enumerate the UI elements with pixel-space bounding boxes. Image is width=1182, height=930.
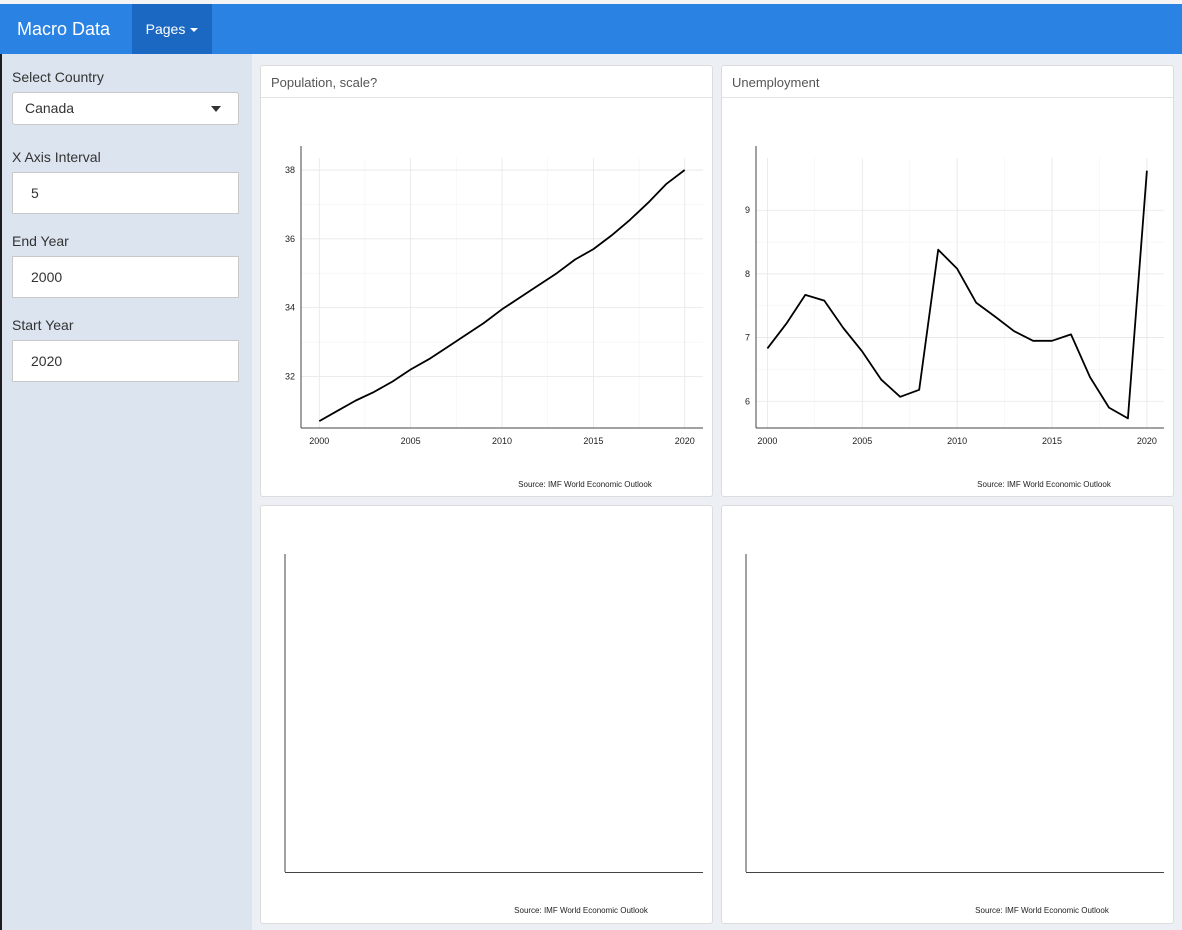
unemployment-x-tick-label: 2000 [757, 436, 777, 446]
population-y-tick-label: 36 [285, 234, 295, 244]
end-year-input[interactable]: 2000 [12, 256, 239, 298]
pages-label: Pages [145, 21, 186, 37]
unemployment-x-tick-label: 2020 [1137, 436, 1157, 446]
empty-chart-1-source-note: Source: IMF World Economic Outlook [514, 906, 649, 915]
empty-chart-panel-2: Source: IMF World Economic Outlook [721, 505, 1174, 924]
sidebar-edge [0, 54, 2, 930]
unemployment-x-tick-label: 2005 [852, 436, 872, 446]
unemployment-y-tick-label: 8 [745, 269, 750, 279]
population-x-tick-label: 2010 [492, 436, 512, 446]
unemployment-chart: Source: IMF World Economic Outlook 2000 2… [745, 146, 1164, 489]
population-x-tick-label: 2005 [401, 436, 421, 446]
population-panel: Population, scale? Source: IMF World Eco… [260, 65, 713, 497]
population-chart: Source: IMF World Economic Outlook 2000 2… [285, 146, 703, 489]
app-brand[interactable]: Macro Data [0, 4, 127, 54]
sidebar: Select Country Canada X Axis Interval 5 … [0, 54, 252, 930]
navbar: Macro Data Pages [0, 4, 1182, 54]
country-select[interactable]: Canada [12, 92, 239, 125]
population-y-tick-label: 38 [285, 165, 295, 175]
population-y-tick-label: 32 [285, 371, 295, 381]
population-x-tick-label: 2020 [675, 436, 695, 446]
end-year-label: End Year [12, 233, 69, 249]
population-x-tick-label: 2000 [309, 436, 329, 446]
interval-input[interactable]: 5 [12, 172, 239, 214]
country-value: Canada [25, 100, 75, 116]
population-x-tick-label: 2015 [583, 436, 603, 446]
unemployment-y-tick-label: 7 [745, 333, 750, 343]
empty-chart-2: Source: IMF World Economic Outlook [745, 554, 1164, 915]
caret-down-icon [190, 28, 199, 33]
population-source-note: Source: IMF World Economic Outlook [518, 480, 653, 489]
unemployment-y-tick-label: 9 [745, 205, 750, 215]
population-plot: 2000 2005 2010 2015 2020 32 34 36 38 [285, 146, 703, 446]
population-y-tick-label: 34 [285, 303, 295, 313]
start-year-label: Start Year [12, 317, 74, 333]
unemployment-panel: Unemployment Source: IMF World Economic … [721, 65, 1174, 497]
unemployment-source-note: Source: IMF World Economic Outlook [977, 480, 1112, 489]
unemployment-x-tick-label: 2015 [1042, 436, 1062, 446]
start-year-input[interactable]: 2020 [12, 340, 239, 382]
country-label: Select Country [12, 69, 104, 85]
unemployment-x-tick-label: 2010 [947, 436, 967, 446]
dropdown-arrow-icon [211, 106, 221, 112]
unemployment-plot: 2000 2005 2010 2015 2020 6 7 8 9 [745, 146, 1164, 446]
pages-dropdown[interactable]: Pages [132, 4, 212, 54]
empty-chart-2-source-note: Source: IMF World Economic Outlook [975, 906, 1110, 915]
interval-label: X Axis Interval [12, 149, 101, 165]
unemployment-y-tick-label: 6 [745, 396, 750, 406]
empty-chart-1: Source: IMF World Economic Outlook [284, 554, 703, 915]
empty-chart-panel-1: Source: IMF World Economic Outlook [260, 505, 713, 924]
